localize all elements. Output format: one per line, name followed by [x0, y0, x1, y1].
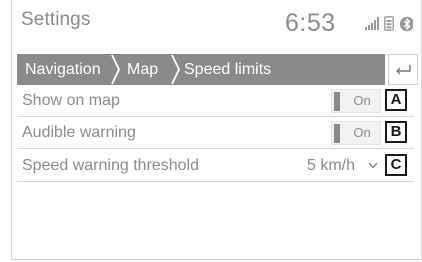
- breadcrumb-map[interactable]: Map: [127, 54, 158, 85]
- breadcrumb-separator: [171, 54, 180, 85]
- speed-threshold-select[interactable]: 5 km/h: [307, 150, 355, 182]
- setting-row-audible-warning[interactable]: Audible warning On B: [17, 117, 414, 149]
- callout-label: C: [385, 154, 407, 176]
- breadcrumb: Navigation Map Speed limits: [17, 54, 385, 85]
- callout-label: A: [385, 89, 407, 111]
- phone-battery-icon: [384, 16, 394, 31]
- bluetooth-icon: [399, 16, 413, 32]
- toggle-state: On: [353, 125, 371, 140]
- page-title: Settings: [21, 9, 91, 30]
- setting-row-show-on-map[interactable]: Show on map On A: [17, 85, 414, 117]
- callout-label: B: [385, 121, 407, 143]
- signal-icon: [365, 17, 379, 30]
- chevron-down-icon[interactable]: [368, 162, 378, 169]
- toggle-indicator: [334, 92, 340, 111]
- breadcrumb-separator: [111, 54, 120, 85]
- setting-label: Show on map: [22, 92, 120, 109]
- setting-label: Speed warning threshold: [22, 157, 200, 174]
- setting-row-speed-warning-threshold[interactable]: Speed warning threshold 5 km/h C: [17, 150, 414, 182]
- setting-label: Audible warning: [22, 124, 136, 141]
- clock: 6:53: [285, 9, 336, 37]
- audible-warning-toggle[interactable]: On: [331, 121, 381, 145]
- toggle-state: On: [353, 93, 371, 108]
- back-button[interactable]: [388, 54, 418, 85]
- show-on-map-toggle[interactable]: On: [331, 89, 381, 113]
- toggle-indicator: [334, 124, 340, 143]
- settings-screen: Settings 6:53 Navigation Map Speed limit…: [11, 0, 422, 260]
- status-icons: [365, 16, 422, 34]
- back-arrow-icon: [396, 64, 411, 74]
- breadcrumb-navigation[interactable]: Navigation: [25, 54, 101, 85]
- breadcrumb-speed-limits: Speed limits: [184, 61, 272, 78]
